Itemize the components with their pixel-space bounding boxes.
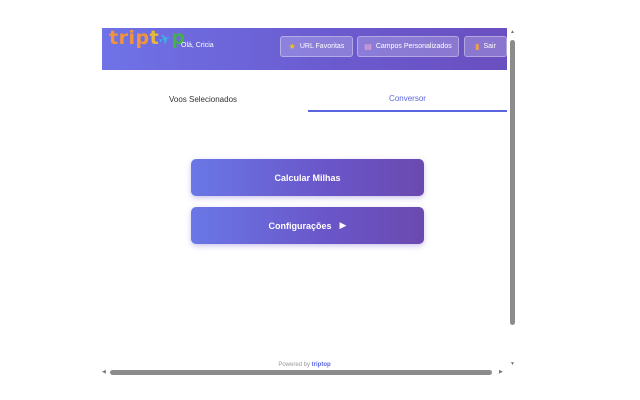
tab-conversor[interactable]: Conversor [308, 86, 507, 112]
powered-by-footer: Powered by triptop [102, 362, 507, 368]
tab-bar: Voos Selecionados Conversor [102, 86, 507, 112]
play-icon: ▶ [339, 220, 347, 230]
footer-brand-link[interactable]: triptop [312, 362, 331, 368]
horizontal-scrollbar[interactable]: ◀ ▶ [102, 369, 507, 376]
triptop-logo: tript✈p [109, 28, 186, 51]
tab-voos-selecionados[interactable]: Voos Selecionados [102, 86, 304, 112]
scroll-right-arrow-icon[interactable]: ▶ [499, 369, 505, 376]
campos-personalizados-label: Campos Personalizados [375, 43, 452, 50]
calcular-milhas-button[interactable]: Calcular Milhas [191, 159, 424, 196]
footer-prefix: Powered by [278, 362, 310, 368]
configuracoes-label: Configurações [268, 220, 332, 231]
scroll-left-arrow-icon[interactable]: ◀ [102, 369, 108, 376]
vertical-scrollbar[interactable]: ▲ ▼ [509, 28, 516, 369]
url-favoritas-button[interactable]: ★ URL Favoritas [280, 36, 353, 57]
extension-popup: tript✈p Olá, Cricia ★ URL Favoritas ▤ Ca… [102, 28, 507, 369]
calcular-milhas-label: Calcular Milhas [274, 172, 341, 183]
star-icon: ★ [288, 41, 296, 51]
sair-button[interactable]: ▮ Sair [464, 36, 507, 57]
scroll-up-arrow-icon[interactable]: ▲ [509, 28, 516, 36]
clipboard-icon: ▤ [364, 41, 372, 51]
horizontal-scroll-thumb[interactable] [110, 370, 492, 375]
campos-personalizados-button[interactable]: ▤ Campos Personalizados [357, 36, 459, 57]
user-greeting: Olá, Cricia [181, 42, 214, 49]
url-favoritas-label: URL Favoritas [299, 43, 345, 50]
configuracoes-button[interactable]: Configurações ▶ [191, 207, 424, 244]
sair-label: Sair [483, 43, 496, 50]
header-bar: tript✈p Olá, Cricia ★ URL Favoritas ▤ Ca… [102, 28, 507, 70]
scroll-down-arrow-icon[interactable]: ▼ [509, 360, 516, 368]
vertical-scroll-thumb[interactable] [510, 40, 515, 325]
door-icon: ▮ [475, 41, 480, 51]
